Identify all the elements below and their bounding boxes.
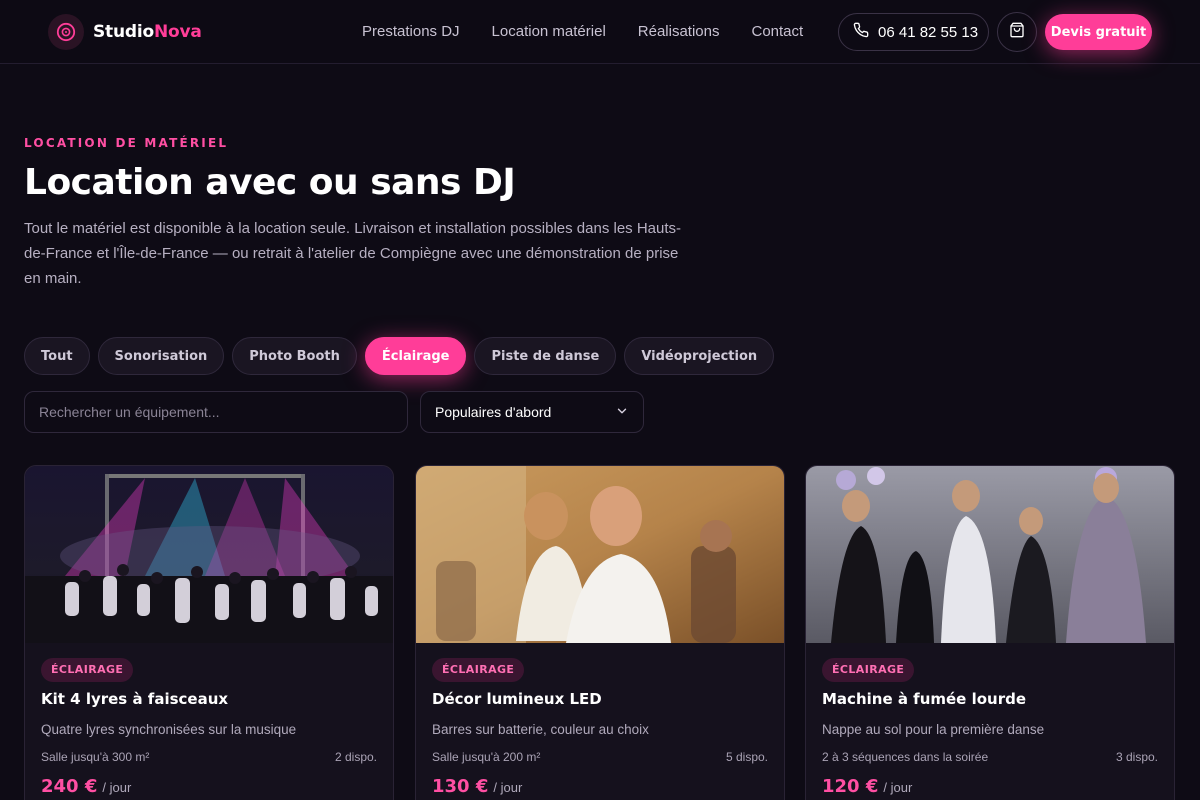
nav-link-contact[interactable]: Contact	[752, 23, 804, 40]
filter-chip-eclairage[interactable]: Éclairage	[364, 337, 467, 375]
nav-link-location-materiel[interactable]: Location matériel	[492, 23, 606, 40]
chevron-down-icon	[615, 404, 629, 421]
product-capacity: Salle jusqu'à 200 m²	[432, 750, 541, 764]
page-title: Location avec ou sans DJ	[24, 162, 516, 203]
product-stock: 3 dispo.	[1115, 750, 1158, 764]
nav-link-prestations-dj[interactable]: Prestations DJ	[362, 23, 460, 40]
product-subtitle: Nappe au sol pour la première danse	[822, 722, 1045, 737]
product-subtitle: Quatre lyres synchronisées sur la musiqu…	[41, 722, 297, 737]
product-photo	[25, 466, 393, 643]
phone-icon	[853, 22, 869, 42]
product-photo	[806, 466, 1174, 643]
product-title: Décor lumineux LED	[432, 690, 602, 708]
filter-chip-sonorisation[interactable]: Sonorisation	[97, 337, 225, 375]
shopping-bag-icon	[1009, 22, 1025, 43]
main-nav: Prestations DJ Location matériel Réalisa…	[362, 23, 803, 40]
brand-logo[interactable]: StudioNova	[48, 14, 202, 50]
section-eyebrow: LOCATION DE MATÉRIEL	[24, 136, 229, 150]
filter-chip-piste-de-danse[interactable]: Piste de danse	[474, 337, 617, 375]
product-stock: 5 dispo.	[725, 750, 768, 764]
site-header: StudioNova Prestations DJ Location matér…	[0, 0, 1200, 64]
filter-chip-photo-booth[interactable]: Photo Booth	[232, 337, 357, 375]
phone-number: 06 41 82 55 13	[878, 23, 979, 41]
brand-name-part1: Studio	[93, 22, 154, 42]
product-capacity: Salle jusqu'à 300 m²	[41, 750, 150, 764]
price-unit: / jour	[883, 780, 913, 795]
product-price: 130 €	[432, 776, 489, 797]
price-unit: / jour	[102, 780, 132, 795]
filter-chip-tout[interactable]: Tout	[24, 337, 90, 375]
category-filter-bar: Tout Sonorisation Photo Booth Éclairage …	[24, 337, 775, 375]
product-price: 240 €	[41, 776, 98, 797]
product-price-row: 130 € / jour	[432, 776, 522, 797]
category-badge: ÉCLAIRAGE	[822, 658, 915, 682]
phone-button[interactable]: 06 41 82 55 13	[838, 13, 989, 51]
brand-name: StudioNova	[93, 22, 202, 42]
cart-button[interactable]	[997, 12, 1037, 52]
product-capacity: 2 à 3 séquences dans la soirée	[822, 750, 989, 764]
product-price-row: 120 € / jour	[822, 776, 912, 797]
product-photo	[416, 466, 784, 643]
sort-selected-value: Populaires d'abord	[435, 404, 552, 420]
filter-chip-videoprojection[interactable]: Vidéoprojection	[624, 337, 775, 375]
product-card[interactable]: ÉCLAIRAGE Décor lumineux LED Barres sur …	[415, 465, 785, 800]
product-stock: 2 dispo.	[334, 750, 377, 764]
page-description: Tout le matériel est disponible à la loc…	[24, 220, 682, 287]
product-card[interactable]: ÉCLAIRAGE Kit 4 lyres à faisceaux Quatre…	[24, 465, 394, 800]
equipment-search-input[interactable]	[24, 391, 408, 433]
brand-name-part2: Nova	[153, 22, 202, 42]
product-subtitle: Barres sur batterie, couleur au choix	[432, 722, 649, 737]
product-title: Machine à fumée lourde	[822, 690, 1027, 708]
category-badge: ÉCLAIRAGE	[41, 658, 134, 682]
price-unit: / jour	[493, 780, 523, 795]
sort-select[interactable]: Populaires d'abord	[420, 391, 644, 433]
vinyl-record-icon	[48, 14, 84, 50]
category-badge: ÉCLAIRAGE	[432, 658, 525, 682]
product-card[interactable]: ÉCLAIRAGE Machine à fumée lourde Nappe a…	[805, 465, 1175, 800]
product-price: 120 €	[822, 776, 879, 797]
product-price-row: 240 € / jour	[41, 776, 131, 797]
free-quote-button[interactable]: Devis gratuit	[1045, 14, 1152, 50]
product-title: Kit 4 lyres à faisceaux	[41, 690, 229, 708]
nav-link-realisations[interactable]: Réalisations	[638, 23, 720, 40]
